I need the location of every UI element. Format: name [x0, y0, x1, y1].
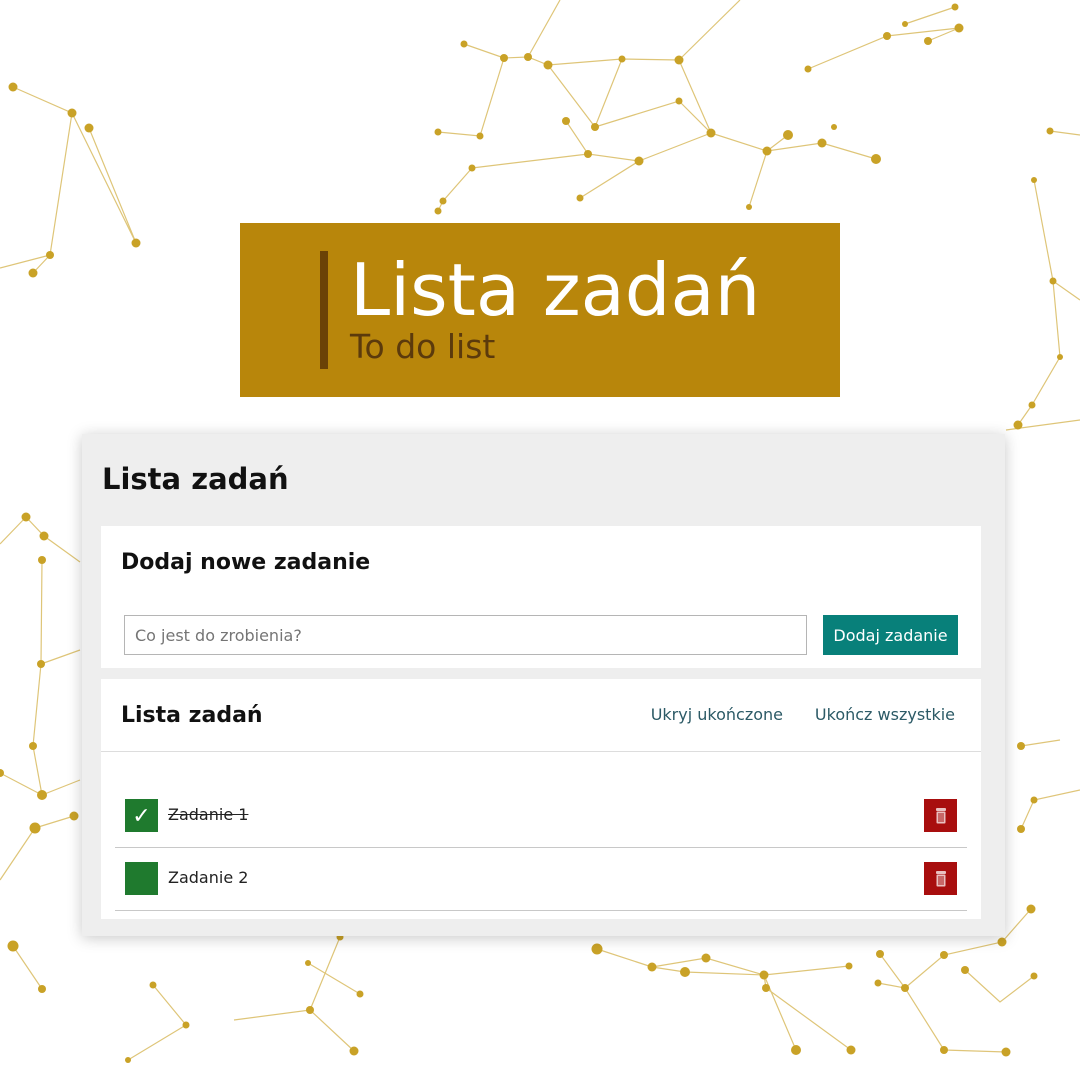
complete-all-link[interactable]: Ukończ wszystkie — [815, 705, 955, 724]
app-title: Lista zadań — [102, 462, 289, 496]
banner-accent-bar — [320, 251, 328, 369]
trash-icon — [935, 807, 946, 823]
task-row: Zadanie 2 — [115, 848, 967, 911]
delete-task-button[interactable] — [924, 862, 957, 895]
add-task-button[interactable]: Dodaj zadanie — [823, 615, 958, 655]
add-task-card: Dodaj nowe zadanie Dodaj zadanie — [101, 526, 981, 668]
banner-subtitle: To do list — [350, 327, 496, 366]
task-list-card: Lista zadań Ukryj ukończone Ukończ wszys… — [101, 679, 981, 919]
trash-icon — [935, 870, 946, 886]
delete-task-button[interactable] — [924, 799, 957, 832]
checkbox-icon[interactable] — [125, 862, 158, 895]
task-label: Zadanie 2 — [168, 868, 249, 887]
todo-app-window: Lista zadań Dodaj nowe zadanie Dodaj zad… — [82, 434, 1005, 936]
new-task-input[interactable] — [124, 615, 807, 655]
checkmark-icon[interactable]: ✓ — [125, 799, 158, 832]
list-header-divider — [101, 751, 981, 752]
banner-title: Lista zadań — [350, 248, 761, 332]
add-task-heading: Dodaj nowe zadanie — [121, 550, 371, 575]
task-list-heading: Lista zadań — [121, 703, 263, 728]
task-label: Zadanie 1 — [168, 805, 249, 824]
title-banner: Lista zadań To do list — [240, 223, 840, 397]
hide-completed-link[interactable]: Ukryj ukończone — [651, 705, 783, 724]
task-row: ✓ Zadanie 1 — [115, 785, 967, 848]
